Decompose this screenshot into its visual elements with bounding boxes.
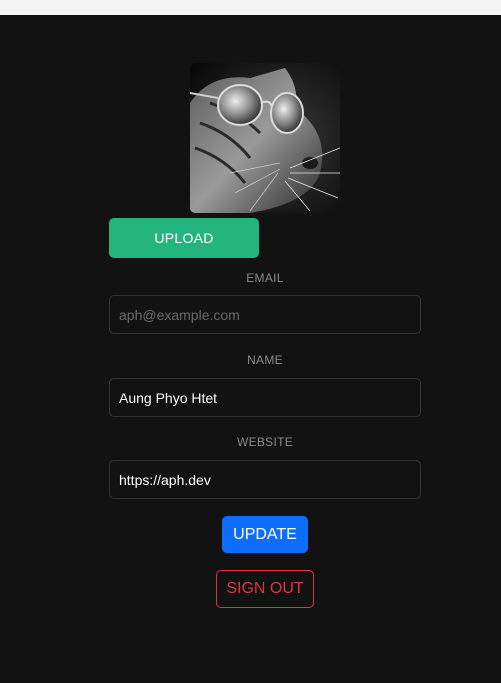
website-field[interactable] (109, 460, 421, 499)
top-browser-strip (0, 0, 501, 15)
email-field[interactable] (109, 295, 421, 334)
update-button[interactable]: UPDATE (222, 516, 308, 553)
email-label: EMAIL (246, 271, 284, 285)
sign-out-button[interactable]: SIGN OUT (216, 570, 314, 608)
website-label: WEBSITE (236, 435, 294, 449)
upload-button[interactable]: UPLOAD (109, 218, 259, 258)
avatar-image (190, 63, 340, 213)
avatar (190, 63, 340, 213)
name-field[interactable] (109, 378, 421, 417)
name-label: NAME (247, 353, 283, 367)
